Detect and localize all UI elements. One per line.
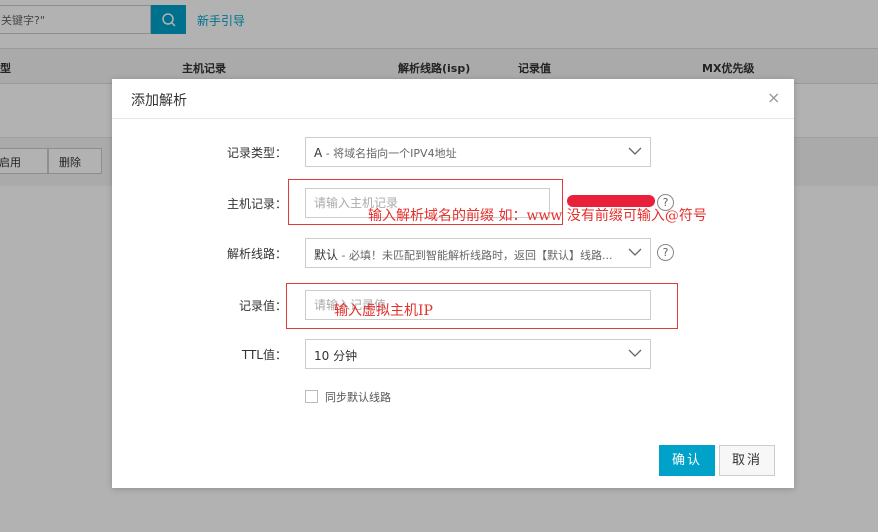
line-select[interactable]: 默认 - 必填！未匹配到智能解析线路时，返回【默认】线路...	[305, 238, 651, 268]
add-record-dialog: 添加解析 × 记录类型： A - 将域名指向一个IPV4地址 主机记录： ? 解…	[112, 79, 794, 488]
sync-default-line-label: 同步默认线路	[325, 391, 391, 404]
cancel-button[interactable]: 取消	[719, 445, 775, 476]
dialog-header: 添加解析 ×	[112, 79, 794, 119]
record-type-label: 记录类型：	[226, 146, 287, 160]
dialog-title: 添加解析	[131, 93, 187, 109]
record-value-label: 记录值：	[238, 299, 287, 313]
redaction-scribble	[567, 195, 655, 207]
line-hint: - 必填！未匹配到智能解析线路时，返回【默认】线路...	[338, 249, 613, 262]
host-annotation-text: 输入解析域名的前缀 如：www 没有前缀可输入@符号	[368, 208, 707, 224]
sync-default-line-checkbox[interactable]	[305, 390, 318, 403]
line-value: 默认	[314, 248, 339, 262]
line-help-icon[interactable]: ?	[657, 244, 674, 261]
host-record-label: 主机记录：	[226, 197, 287, 211]
chevron-down-icon	[628, 147, 642, 155]
record-type-value: A	[314, 146, 323, 160]
record-type-select[interactable]: A - 将域名指向一个IPV4地址	[305, 137, 651, 167]
value-annotation-text: 输入虚拟主机IP	[334, 303, 433, 319]
chevron-down-icon	[628, 247, 642, 257]
line-label: 解析线路：	[226, 247, 287, 261]
record-type-hint: - 将域名指向一个IPV4地址	[322, 147, 457, 160]
confirm-button[interactable]: 确认	[659, 445, 715, 476]
close-icon[interactable]: ×	[767, 90, 780, 106]
chevron-down-icon	[628, 349, 642, 357]
ttl-select[interactable]: 10 分钟	[305, 339, 651, 369]
ttl-label: TTL值：	[241, 348, 287, 362]
ttl-value: 10 分钟	[314, 349, 358, 363]
